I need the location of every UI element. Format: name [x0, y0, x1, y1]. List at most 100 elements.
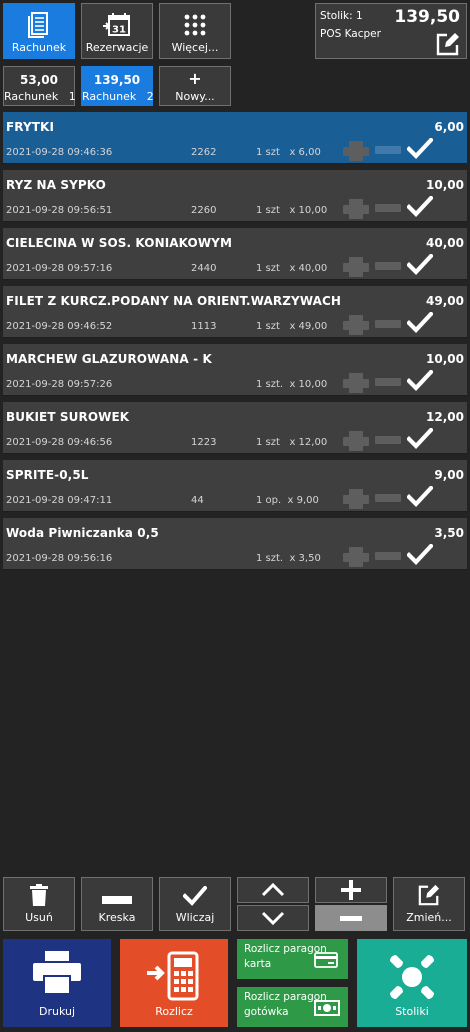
- check-icon[interactable]: [406, 369, 434, 396]
- tables-icon: [357, 951, 467, 1003]
- printer-icon[interactable]: [343, 547, 369, 571]
- order-item-row[interactable]: RYZ NA SYPKO 10,00 2021-09-28 09:56:51 2…: [3, 170, 467, 222]
- drukuj-label: Drukuj: [38, 1005, 76, 1018]
- wiecej-button[interactable]: Więcej...: [159, 3, 231, 59]
- minus-bar-icon: [82, 896, 152, 904]
- usun-label: Usuń: [25, 911, 53, 924]
- printer-icon[interactable]: [343, 199, 369, 223]
- item-price: 10,00: [426, 352, 464, 366]
- check-icon[interactable]: [406, 253, 434, 280]
- check-icon[interactable]: [406, 137, 434, 164]
- check-icon[interactable]: [406, 543, 434, 570]
- order-item-row[interactable]: FRYTKI 6,00 2021-09-28 09:46:36 2262 1 s…: [3, 112, 467, 164]
- printer-icon[interactable]: [343, 141, 369, 165]
- item-quantity: 1 szt x 40,00: [256, 263, 328, 274]
- increase-quantity-button[interactable]: [315, 877, 387, 903]
- rezerwacje-button[interactable]: 31 Rezerwacje: [81, 3, 153, 59]
- check-icon[interactable]: [406, 195, 434, 222]
- item-quantity: 1 szt. x 3,50: [256, 553, 321, 564]
- item-name: FILET Z KURCZ.PODANY NA ORIENT.WARZYWACH: [6, 294, 342, 308]
- minus-bar-icon[interactable]: [375, 494, 401, 502]
- printer-icon[interactable]: [343, 489, 369, 513]
- printer-icon[interactable]: [343, 315, 369, 339]
- stoliki-label: Stoliki: [395, 1005, 429, 1018]
- new-bill-button[interactable]: + Nowy...: [159, 66, 231, 106]
- item-price: 10,00: [426, 178, 464, 192]
- zmien-button[interactable]: Zmień...: [393, 877, 465, 931]
- item-code: 1223: [191, 437, 217, 448]
- decrease-quantity-button[interactable]: [315, 905, 387, 931]
- drukuj-button[interactable]: Drukuj: [3, 939, 111, 1027]
- item-code: 44: [191, 495, 204, 506]
- item-code: 2440: [191, 263, 217, 274]
- minus-bar-icon[interactable]: [375, 436, 401, 444]
- rozlicz-button[interactable]: Rozlicz: [120, 939, 228, 1027]
- zmien-label: Zmień...: [406, 911, 452, 924]
- printer-icon[interactable]: [343, 373, 369, 397]
- rozlicz-label: Rozlicz: [155, 1005, 193, 1018]
- grid-dots-icon: [160, 10, 230, 40]
- bill-label: Rachunek 1: [4, 90, 76, 103]
- wliczaj-button[interactable]: Wliczaj: [159, 877, 231, 931]
- check-icon[interactable]: [406, 485, 434, 512]
- table-total: 139,50: [394, 7, 460, 27]
- order-item-row[interactable]: Woda Piwniczanka 0,5 3,50 2021-09-28 09:…: [3, 518, 467, 570]
- calculator-icon: [120, 951, 228, 1001]
- stoliki-button[interactable]: Stoliki: [357, 939, 467, 1027]
- item-quantity: 1 szt x 12,00: [256, 437, 328, 448]
- item-name: SPRITE-0,5L: [6, 468, 89, 482]
- calendar-day: 31: [112, 25, 126, 36]
- order-item-row[interactable]: SPRITE-0,5L 9,00 2021-09-28 09:47:11 44 …: [3, 460, 467, 512]
- item-date: 2021-09-28 09:57:26: [6, 379, 113, 390]
- rozlicz-paragon-gotowka-button[interactable]: Rozlicz paragon gotówka: [237, 987, 348, 1027]
- cash-icon: [314, 1000, 340, 1020]
- bill-tab-1[interactable]: 53,00 Rachunek 1: [3, 66, 76, 106]
- check-icon[interactable]: [406, 427, 434, 454]
- bill-label: Rachunek 2: [82, 90, 154, 103]
- check-icon: [160, 886, 230, 906]
- minus-bar-icon[interactable]: [375, 204, 401, 212]
- printer-icon[interactable]: [343, 431, 369, 455]
- order-items-list: FRYTKI 6,00 2021-09-28 09:46:36 2262 1 s…: [3, 112, 467, 576]
- item-price: 12,00: [426, 410, 464, 424]
- table-label: Stolik: 1: [320, 10, 363, 22]
- item-date: 2021-09-28 09:46:56: [6, 437, 113, 448]
- rozlicz-paragon-karta-button[interactable]: Rozlicz paragon karta: [237, 939, 348, 979]
- chevron-down-icon: [261, 911, 285, 925]
- table-info-panel[interactable]: Stolik: 1 139,50 POS Kacper: [315, 3, 467, 59]
- edit-icon: [394, 884, 464, 906]
- usun-button[interactable]: Usuń: [3, 877, 75, 931]
- item-price: 49,00: [426, 294, 464, 308]
- item-price: 9,00: [434, 468, 464, 482]
- rachunek-button[interactable]: Rachunek: [3, 3, 75, 59]
- kreska-button[interactable]: Kreska: [81, 877, 153, 931]
- check-icon[interactable]: [406, 311, 434, 338]
- item-code: 1113: [191, 321, 217, 332]
- minus-bar-icon[interactable]: [375, 146, 401, 154]
- minus-bar-icon[interactable]: [375, 378, 401, 386]
- wiecej-label: Więcej...: [171, 41, 219, 54]
- minus-bar-icon[interactable]: [375, 262, 401, 270]
- item-date: 2021-09-28 09:46:36: [6, 147, 113, 158]
- item-quantity: 1 szt. x 10,00: [256, 379, 328, 390]
- minus-bar-icon[interactable]: [375, 552, 401, 560]
- item-date: 2021-09-28 09:56:51: [6, 205, 113, 216]
- item-quantity: 1 szt x 49,00: [256, 321, 328, 332]
- wliczaj-label: Wliczaj: [175, 911, 215, 924]
- bill-tab-2[interactable]: 139,50 Rachunek 2: [81, 66, 154, 106]
- edit-icon[interactable]: [436, 32, 460, 60]
- order-item-row[interactable]: CIELECINA W SOS. KONIAKOWYM 40,00 2021-0…: [3, 228, 467, 280]
- order-item-row[interactable]: FILET Z KURCZ.PODANY NA ORIENT.WARZYWACH…: [3, 286, 467, 338]
- order-item-row[interactable]: BUKIET SUROWEK 12,00 2021-09-28 09:46:56…: [3, 402, 467, 454]
- item-name: CIELECINA W SOS. KONIAKOWYM: [6, 236, 233, 250]
- item-name: Woda Piwniczanka 0,5: [6, 526, 159, 540]
- plus-icon: [341, 880, 361, 900]
- printer-icon[interactable]: [343, 257, 369, 281]
- minus-bar-icon[interactable]: [375, 320, 401, 328]
- move-up-button[interactable]: [237, 877, 309, 903]
- item-date: 2021-09-28 09:57:16: [6, 263, 113, 274]
- item-price: 6,00: [434, 120, 464, 134]
- order-item-row[interactable]: MARCHEW GLAZUROWANA - K 10,00 2021-09-28…: [3, 344, 467, 396]
- move-down-button[interactable]: [237, 905, 309, 931]
- item-quantity: 1 szt x 6,00: [256, 147, 321, 158]
